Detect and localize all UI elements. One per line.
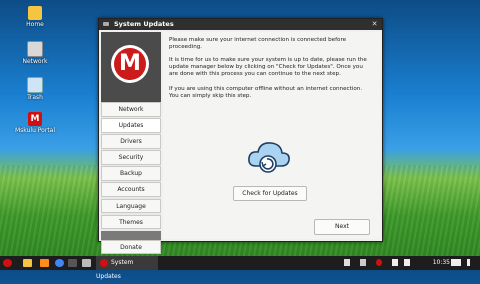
sidebar-item-security[interactable]: Security xyxy=(101,150,161,165)
start-menu-icon[interactable] xyxy=(3,259,12,267)
update-tray-icon[interactable] xyxy=(376,259,382,266)
main-content: Please make sure your internet connectio… xyxy=(163,32,380,239)
system-updates-window: System Updates ✕ M Network Updates Drive… xyxy=(98,18,383,254)
desktop-icon-network[interactable]: Network xyxy=(15,41,55,65)
app-logo: M xyxy=(114,48,146,80)
desktop-icon-label: Mskulu Portal xyxy=(15,127,56,134)
keyboard-icon[interactable] xyxy=(360,259,366,266)
logo-ring: M xyxy=(111,45,149,83)
app-logo-icon xyxy=(100,259,108,267)
sidebar-item-themes[interactable]: Themes xyxy=(101,214,161,230)
close-icon[interactable]: ✕ xyxy=(371,21,378,28)
files-icon[interactable] xyxy=(23,259,32,267)
settings-icon[interactable] xyxy=(82,259,91,267)
logo-panel: M xyxy=(101,32,161,102)
trash-icon xyxy=(27,77,43,93)
sidebar-separator xyxy=(101,230,161,240)
sidebar-item-accounts[interactable]: Accounts xyxy=(101,182,161,197)
dropbox-icon[interactable] xyxy=(344,259,350,266)
cloud-update-icon xyxy=(248,142,290,173)
sidebar-item-backup[interactable]: Backup xyxy=(101,166,161,181)
sidebar-item-drivers[interactable]: Drivers xyxy=(101,134,161,149)
volume-icon[interactable] xyxy=(404,259,410,266)
show-desktop-icon[interactable] xyxy=(451,259,461,266)
clock[interactable]: 10:35 xyxy=(433,256,450,270)
window-titlebar[interactable]: System Updates ✕ xyxy=(99,19,382,30)
portal-logo-icon: M xyxy=(28,112,42,126)
firefox-icon[interactable] xyxy=(40,259,49,267)
desktop-icon-label: Network xyxy=(22,58,48,65)
offline-paragraph: If you are using this computer offline w… xyxy=(169,86,363,99)
sidebar-item-network[interactable]: Network xyxy=(101,102,161,117)
desktop-icon-label: Home xyxy=(26,21,44,28)
sidebar: M Network Updates Drivers Security Backu… xyxy=(101,32,161,254)
intro-paragraph: Please make sure your internet connectio… xyxy=(169,37,347,50)
network-icon xyxy=(27,41,43,57)
desktop-icon-label: Trash xyxy=(27,94,43,101)
desktop-icon-portal[interactable]: M Mskulu Portal xyxy=(15,112,55,134)
window-title: System Updates xyxy=(114,20,174,28)
taskbar: System Updates 10:35 xyxy=(0,256,480,280)
desktop-icon-trash[interactable]: Trash xyxy=(15,77,55,101)
sidebar-item-updates[interactable]: Updates xyxy=(101,118,161,133)
chrome-icon[interactable] xyxy=(55,259,64,267)
sidebar-item-language[interactable]: Language xyxy=(101,198,161,214)
overflow-icon[interactable] xyxy=(467,259,470,266)
donate-button[interactable]: Donate xyxy=(101,239,161,254)
taskbar-app-system-updates[interactable]: System Updates xyxy=(96,256,158,280)
next-button[interactable]: Next xyxy=(314,219,370,235)
folder-icon xyxy=(28,6,42,20)
instructions-paragraph: It is time for us to make sure your syst… xyxy=(169,57,367,77)
desktop-icon-home[interactable]: Home xyxy=(15,6,55,28)
sidebar-nav: Network Updates Drivers Security Backup … xyxy=(101,102,161,254)
network-tray-icon[interactable] xyxy=(392,259,398,266)
window-menu-icon[interactable] xyxy=(103,22,109,26)
terminal-icon[interactable] xyxy=(68,259,77,267)
check-for-updates-button[interactable]: Check for Updates xyxy=(233,186,307,201)
